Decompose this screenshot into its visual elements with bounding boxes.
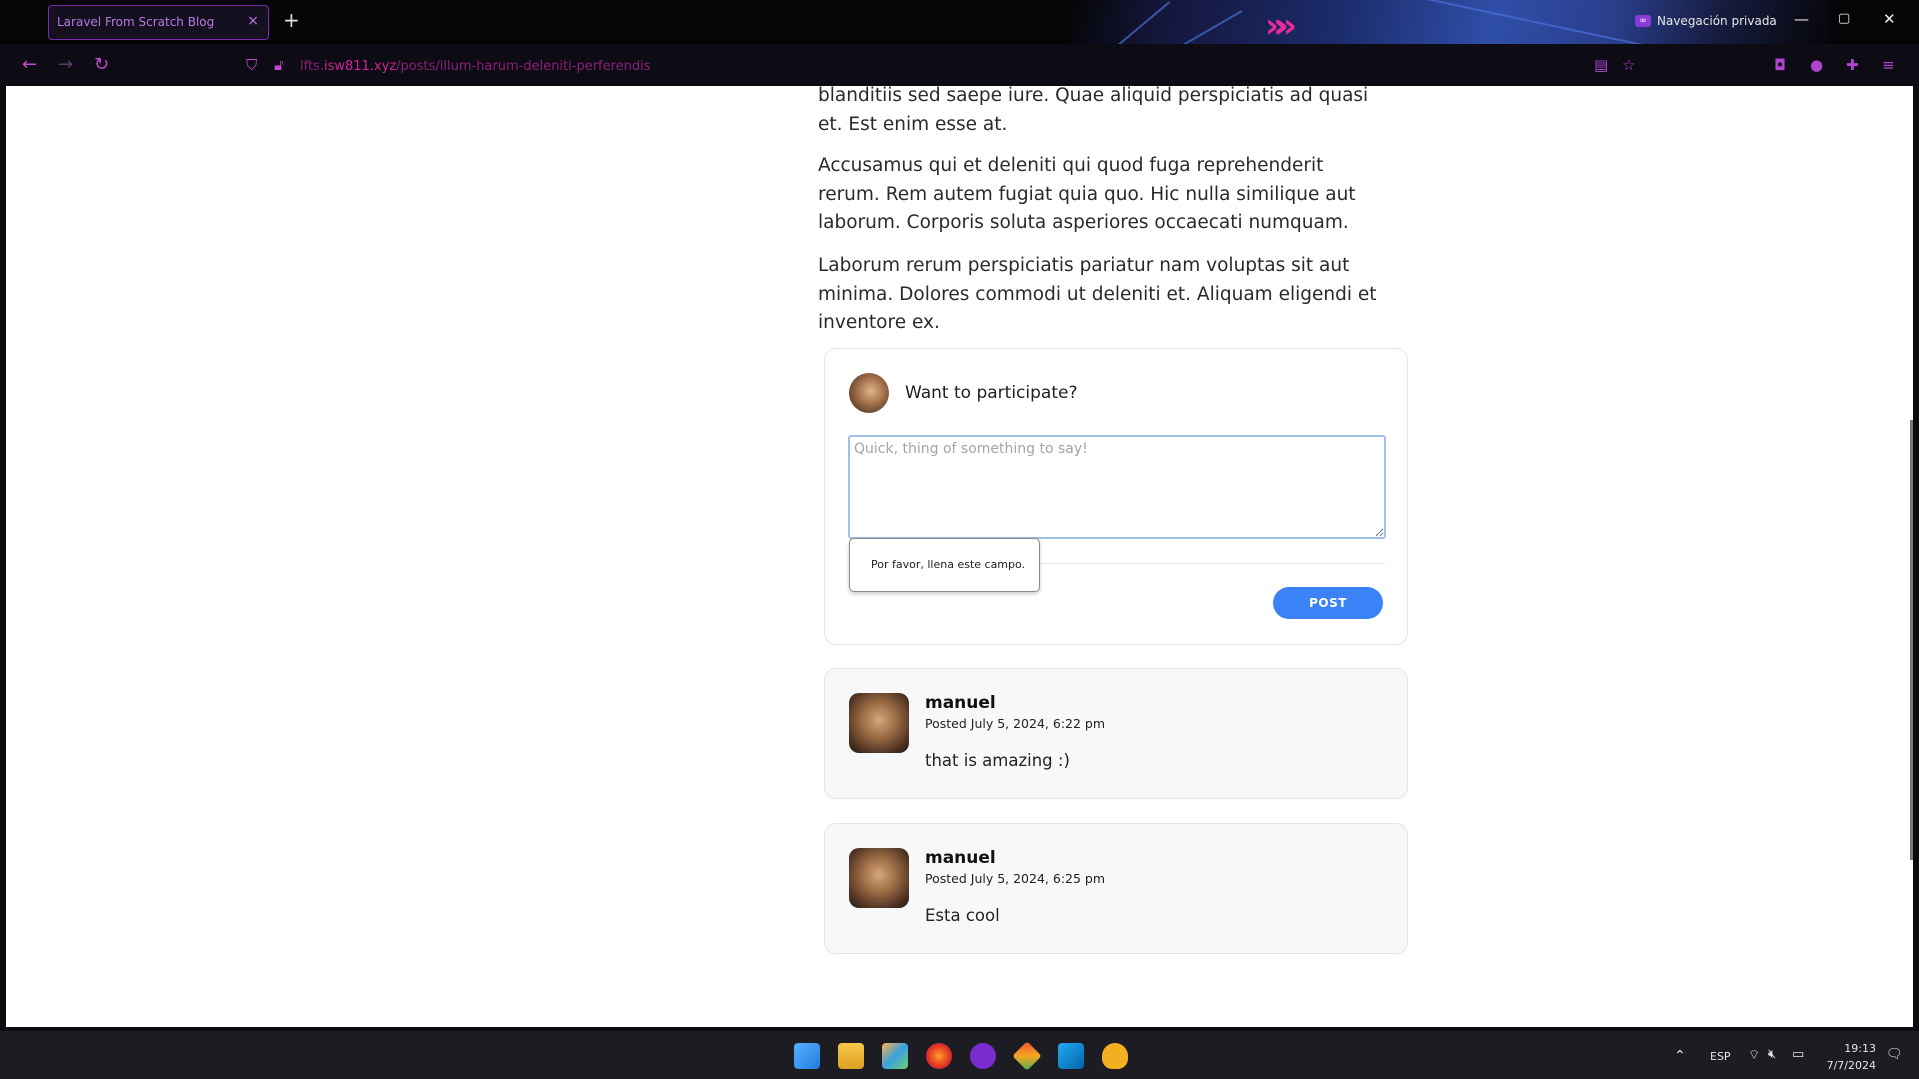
store-icon[interactable] [882,1043,908,1069]
scrollbar[interactable] [1910,420,1913,860]
url-prefix: lfts. [300,59,324,74]
tray-chevron-icon[interactable]: ⌃ [1674,1048,1686,1064]
post-paragraph: Accusamus qui et deleniti qui quod fuga … [818,155,1356,233]
comment-textarea[interactable] [848,435,1386,539]
account-icon[interactable]: ● [1810,56,1823,74]
tab-close-icon[interactable]: × [247,13,259,29]
comment-body: Esta cool [925,906,1000,925]
extensions-icon[interactable]: ✚ [1846,56,1859,74]
private-browsing-indicator: ∞ Navegación privada [1635,10,1777,32]
language-indicator[interactable]: ESP [1710,1050,1731,1063]
file-explorer-icon[interactable] [838,1043,864,1069]
vscode-icon[interactable] [1058,1043,1084,1069]
reader-view-icon[interactable]: ▤ [1594,56,1608,74]
comment-prompt: Want to participate? [905,383,1078,403]
battery-icon[interactable]: ▭ [1792,1047,1804,1062]
private-browsing-label: Navegación privada [1657,14,1777,28]
avatar [849,848,909,908]
bookmark-star-icon[interactable]: ☆ [1622,56,1635,74]
back-icon[interactable]: ← [22,54,37,75]
maximize-icon[interactable]: ▢ [1838,11,1850,26]
reload-icon[interactable]: ↻ [94,54,109,75]
forward-icon[interactable]: → [58,54,73,75]
comment-body: that is amazing :) [925,751,1070,770]
chevrons-icon: »» [1265,6,1297,46]
post-paragraph: Laborum rerum perspiciatis pariatur nam … [818,255,1377,333]
clock-date[interactable]: 7/7/2024 [1816,1059,1876,1072]
tab-title: Laravel From Scratch Blog [57,15,215,29]
post-button[interactable]: POST [1273,587,1383,619]
post-paragraph: blanditiis sed saepe iure. Quae aliquid … [818,85,1369,135]
new-tab-icon[interactable]: + [283,8,300,32]
firefox-icon[interactable] [926,1043,952,1069]
windows-taskbar [0,1031,1919,1079]
comment-date: Posted July 5, 2024, 6:22 pm [925,716,1106,731]
shield-icon[interactable]: ⛉ [246,56,257,74]
url-path: /posts/illum-harum-deleniti-perferendis [396,59,651,74]
url-text[interactable]: lfts.isw811.xyz/posts/illum-harum-deleni… [300,59,651,74]
window-close-icon[interactable]: ✕ [1883,10,1896,28]
insecure-lock-icon[interactable]: 🔓︎ [274,56,284,74]
menu-icon[interactable]: ≡ [1882,56,1895,74]
clock-time[interactable]: 19:13 [1826,1042,1876,1055]
validation-tooltip: Por favor, llena este campo. [849,538,1040,592]
minimize-icon[interactable]: — [1794,10,1809,28]
wifi-icon[interactable]: ⌔ [1748,1047,1760,1063]
notification-icon[interactable]: 🗨︎ [1886,1047,1903,1062]
firefox-private-icon[interactable] [970,1043,996,1069]
comment-author: manuel [925,848,996,868]
comment-date: Posted July 5, 2024, 6:25 pm [925,871,1106,886]
comment-card: manuel Posted July 5, 2024, 6:22 pm that… [824,668,1408,799]
url-host: isw811.xyz [323,59,397,74]
comment-author: manuel [925,693,996,713]
volume-muted-icon[interactable]: 🔇︎ [1768,1047,1776,1062]
private-mask-icon: ∞ [1635,15,1651,27]
comment-card: manuel Posted July 5, 2024, 6:25 pm Esta… [824,823,1408,954]
pocket-icon[interactable]: ◘ [1774,56,1786,74]
comment-form: Want to participate? POST [824,348,1408,645]
avatar [849,373,889,413]
dolphin-app-icon[interactable] [1102,1043,1128,1069]
browser-tab[interactable]: Laravel From Scratch Blog × [48,5,269,40]
start-windows-icon[interactable] [794,1043,820,1069]
avatar [849,693,909,753]
